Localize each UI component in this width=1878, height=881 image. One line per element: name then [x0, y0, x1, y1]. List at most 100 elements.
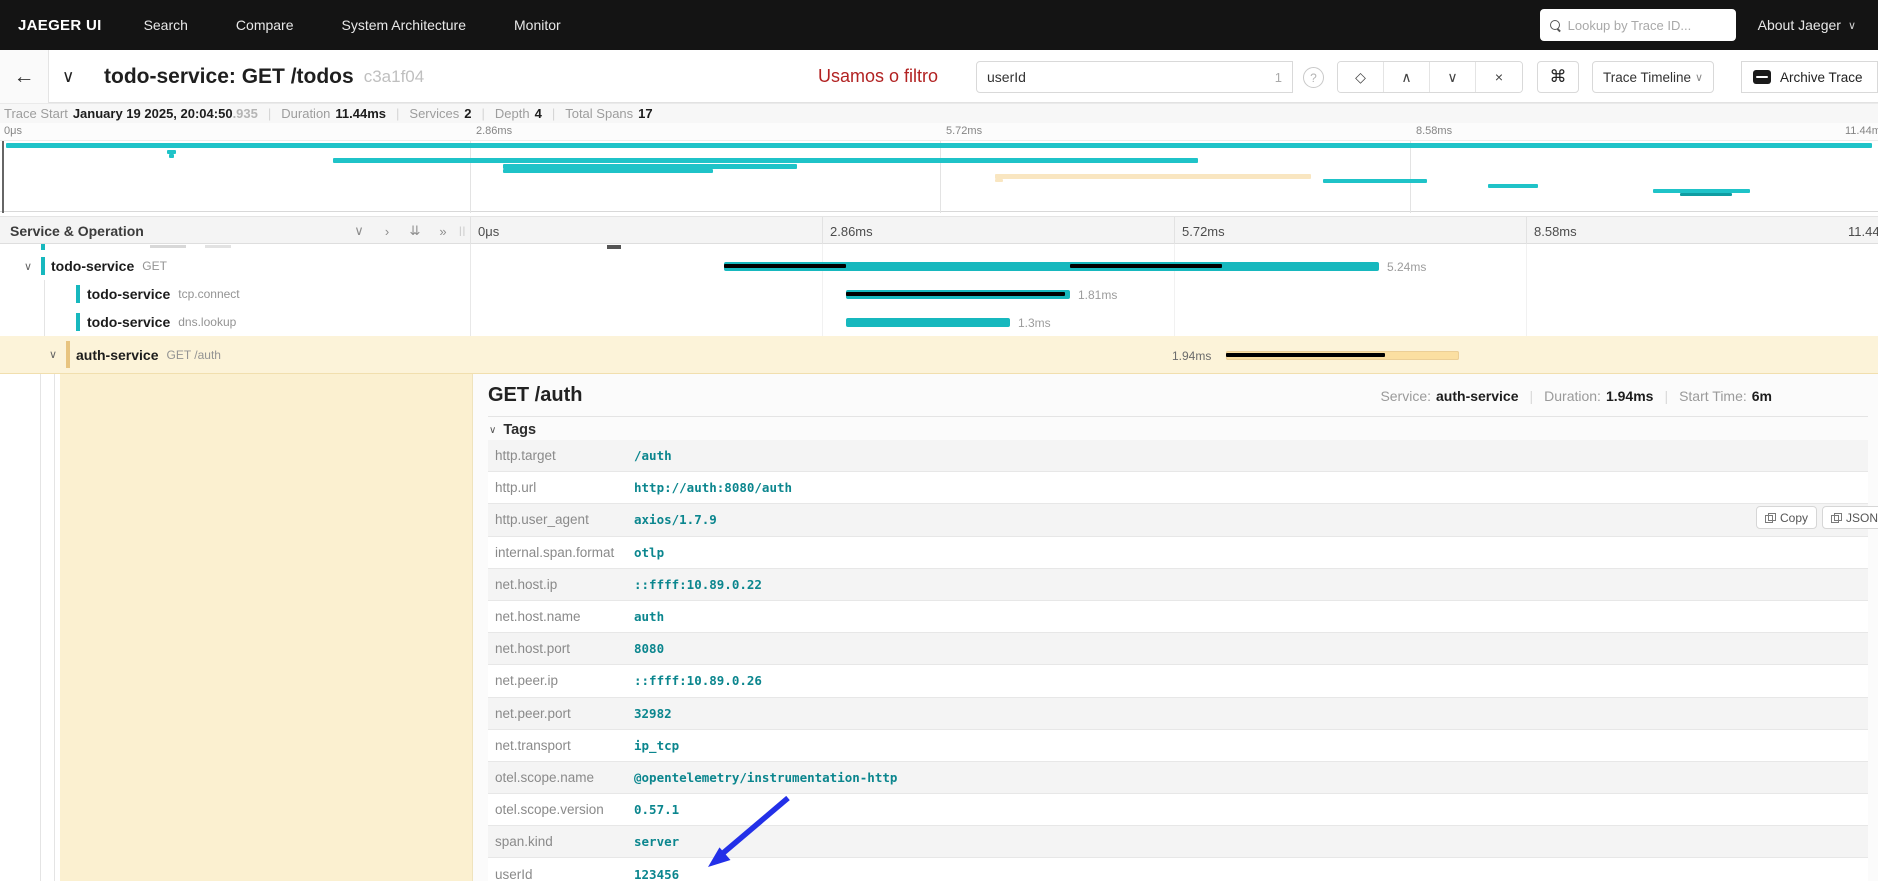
span-row-todo-service-tcp-connect[interactable]: todo-service tcp.connect 1.81ms — [0, 280, 1878, 308]
trace-minimap[interactable] — [0, 140, 1878, 213]
about-jaeger-menu[interactable]: About Jaeger ∨ — [1758, 17, 1856, 33]
minimap-span-bar — [995, 174, 1311, 179]
tag-row-userid[interactable]: userId 123456 — [488, 858, 1868, 881]
top-nav: JAEGER UI Search Compare System Architectu… — [0, 0, 1878, 50]
archive-trace-button[interactable]: Archive Trace — [1741, 61, 1878, 93]
search-icon — [1549, 19, 1561, 31]
expand-one-icon[interactable]: › — [377, 217, 397, 245]
span-row-auth-service-get-auth[interactable]: ∨ auth-service GET /auth 1.94ms — [0, 336, 1878, 374]
tag-key: otel.scope.version — [495, 802, 604, 818]
stat-trace-start: Trace Start January 19 2025, 20:04:50.935 — [4, 106, 258, 121]
header-tick-label: 11.44ms — [1848, 223, 1878, 239]
tag-value: @opentelemetry/instrumentation-http — [634, 769, 898, 785]
tag-value: 32982 — [634, 705, 672, 721]
tag-row-internal-span-format[interactable]: internal.span.format otlp — [488, 536, 1868, 569]
app-logo: JAEGER UI — [18, 16, 102, 34]
span-row-todo-service-dns-lookup[interactable]: todo-service dns.lookup 1.3ms — [0, 308, 1878, 336]
service-color-bar — [76, 313, 80, 331]
tag-key: net.peer.ip — [495, 673, 559, 689]
ruler-tick-label: 0μs — [4, 125, 22, 137]
meta-separator: | — [1529, 387, 1534, 404]
tag-key: http.url — [495, 480, 537, 496]
archive-icon — [1753, 70, 1771, 84]
chevron-down-icon: ∨ — [489, 424, 497, 436]
tags-section-toggle[interactable]: ∨ Tags — [489, 422, 536, 438]
span-row-todo-service-get[interactable]: ∨ todo-service GET 5.24ms — [0, 252, 1878, 280]
tag-value: axios/1.7.9 — [634, 512, 717, 528]
tag-key: net.host.port — [495, 641, 571, 657]
collapse-one-icon[interactable]: ∨ — [349, 217, 369, 245]
span-operation-name: dns.lookup — [178, 315, 237, 329]
next-match-button[interactable]: ∨ — [1430, 62, 1476, 92]
stat-services: Services 2 — [409, 106, 472, 121]
trace-title-bar: ← ∨ todo-service: GET /todos c3a1f04 Usa… — [0, 50, 1878, 103]
span-operation-name: GET — [142, 259, 167, 273]
span-duration-bar[interactable] — [1226, 350, 1459, 360]
trace-lookup-box — [1539, 9, 1736, 41]
trace-lookup-input[interactable] — [1567, 17, 1718, 33]
stat-depth: Depth 4 — [494, 106, 542, 121]
nav-item-compare[interactable]: Compare — [212, 17, 318, 33]
tag-row-otel-scope-version[interactable]: otel.scope.version 0.57.1 — [488, 794, 1868, 827]
span-duration-label: 1.3ms — [1018, 315, 1051, 330]
jaeger-trace-page: JAEGER UI Search Compare System Architectu… — [0, 0, 1878, 881]
stat-duration: Duration 11.44ms — [281, 106, 387, 121]
tag-key: http.target — [495, 448, 556, 464]
header-gridline — [470, 217, 471, 245]
service-operation-header: Service & Operation — [10, 223, 144, 239]
prev-match-button[interactable]: ∧ — [1384, 62, 1430, 92]
span-service-name: auth-service GET /auth — [76, 346, 221, 363]
ruler-tick-label: 2.86ms — [476, 125, 513, 137]
clear-search-button[interactable]: × — [1476, 62, 1522, 92]
copy-icon — [1831, 512, 1843, 523]
collapse-trace-header-button[interactable]: ∨ — [62, 50, 74, 103]
keyboard-shortcuts-button[interactable]: ⌘ — [1537, 61, 1579, 93]
meta-label: Service: — [1380, 387, 1432, 404]
span-duration-bar[interactable] — [724, 261, 1379, 271]
service-color-bar — [41, 257, 45, 275]
minimap-ruler: 0μs 2.86ms 5.72ms 8.58ms 11.44ms — [0, 123, 1878, 140]
column-resizer-handle[interactable]: || — [459, 226, 466, 237]
ruler-tick-label: 8.58ms — [1416, 125, 1453, 137]
clipped-row-text-fragment — [150, 245, 186, 248]
header-tick-label: 0μs — [478, 223, 500, 239]
tag-row-http-user-agent[interactable]: http.user_agent axios/1.7.9 — [488, 504, 1868, 537]
back-button[interactable]: ← — [0, 50, 49, 103]
tag-row-net-host-port[interactable]: net.host.port 8080 — [488, 633, 1868, 666]
help-icon[interactable]: ? — [1303, 67, 1324, 88]
nav-item-monitor[interactable]: Monitor — [490, 17, 585, 33]
match-focus-button[interactable]: ◇ — [1338, 62, 1384, 92]
tag-row-otel-scope-name[interactable]: otel.scope.name @opentelemetry/instrument… — [488, 761, 1868, 795]
tree-guide-line — [54, 374, 55, 881]
minimap-gridline — [470, 141, 471, 213]
tag-row-net-peer-ip[interactable]: net.peer.ip::ffff:10.89.0.26 — [488, 665, 1868, 698]
span-duration-bar[interactable] — [846, 317, 1010, 327]
stat-separator: | — [267, 106, 272, 121]
span-operation-title: GET /auth — [488, 383, 583, 406]
row-collapse-chevron[interactable]: ∨ — [49, 336, 57, 373]
find-input[interactable] — [987, 69, 1275, 85]
tag-row-net-host-name[interactable]: net.host.name auth — [488, 600, 1868, 634]
tag-row-span-kind[interactable]: span.kind server — [488, 826, 1868, 859]
copy-button[interactable]: Copy — [1756, 506, 1818, 529]
minimap-drag-handle[interactable] — [2, 141, 4, 213]
json-button[interactable]: JSON — [1822, 506, 1878, 529]
collapse-all-icon[interactable]: ⇊ — [405, 217, 425, 245]
nav-item-search[interactable]: Search — [120, 17, 212, 33]
tag-row-net-host-ip[interactable]: net.host.ip::ffff:10.89.0.22 — [488, 568, 1868, 601]
trace-view-select[interactable]: Trace Timeline ∨ — [1592, 61, 1714, 93]
tag-value: 123456 — [634, 866, 680, 881]
chevron-down-icon: ∨ — [1847, 19, 1856, 32]
tag-row-http-target[interactable]: http.target/auth — [488, 440, 1868, 473]
minimap-span-bar — [995, 179, 1003, 182]
tag-row-net-peer-port[interactable]: net.peer.port 32982 — [488, 697, 1868, 730]
tag-key: span.kind — [495, 834, 553, 850]
tag-row-net-transport[interactable]: net.transport ip_tcp — [488, 729, 1868, 762]
row-collapse-chevron[interactable]: ∨ — [24, 252, 32, 280]
span-duration-bar[interactable] — [846, 289, 1070, 299]
minimap-gridline — [940, 141, 941, 213]
tag-row-http-url[interactable]: http.url http://auth:8080/auth — [488, 472, 1868, 505]
tag-key: net.host.name — [495, 609, 581, 625]
expand-all-icon[interactable]: » — [433, 217, 453, 245]
nav-item-system-architecture[interactable]: System Architecture — [318, 17, 491, 33]
